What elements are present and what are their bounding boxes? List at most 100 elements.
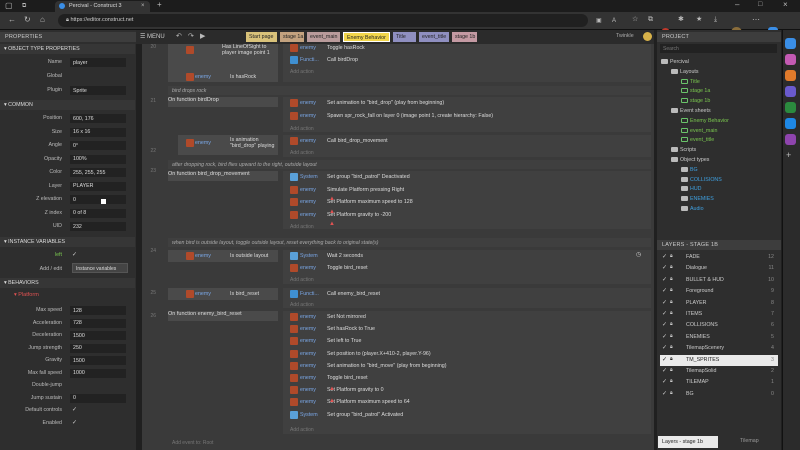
action-text[interactable]: Set Not mirrored bbox=[327, 314, 366, 320]
minimize-icon[interactable]: – bbox=[735, 1, 739, 9]
add-action-link[interactable]: Add action bbox=[290, 277, 314, 283]
preview-icon[interactable]: ▶ bbox=[200, 32, 205, 40]
window-menu-icon[interactable]: ▢ bbox=[5, 2, 13, 10]
layer-visible-checkbox[interactable]: ✓ bbox=[662, 356, 667, 363]
property-value-field[interactable]: 600, 176 bbox=[70, 114, 126, 123]
tab-layers[interactable]: Layers - stage 1b bbox=[658, 436, 718, 448]
user-name[interactable]: Twinkle bbox=[616, 33, 634, 39]
project-tree-item[interactable]: Percival bbox=[661, 59, 689, 65]
section-object-type[interactable]: ▾ OBJECT TYPE PROPERTIES bbox=[0, 44, 135, 54]
editor-tab[interactable]: Enemy Behavior bbox=[343, 32, 390, 42]
layer-lock-icon[interactable]: 🔒︎ bbox=[670, 367, 673, 373]
property-value-field[interactable]: 1500 bbox=[70, 331, 126, 340]
layer-row[interactable]: ✓ 🔒︎ TilemapScenery 4 bbox=[660, 343, 778, 354]
favorite-icon[interactable]: ☆ bbox=[632, 16, 638, 24]
app-icon[interactable]: ▣ bbox=[596, 17, 602, 25]
action-text[interactable]: Toggle hasRock bbox=[327, 45, 365, 51]
editor-tab[interactable]: stage 1a bbox=[280, 32, 304, 42]
layer-lock-icon[interactable]: 🔒︎ bbox=[670, 287, 673, 293]
project-tree-item[interactable]: HUD bbox=[681, 186, 701, 192]
read-aloud-icon[interactable]: A bbox=[612, 17, 616, 25]
layer-row[interactable]: ✓ 🔒︎ PLAYER 8 bbox=[660, 298, 778, 309]
tab-tilemap[interactable]: Tilemap bbox=[740, 438, 759, 444]
layer-visible-checkbox[interactable]: ✓ bbox=[662, 333, 667, 340]
layer-lock-icon[interactable]: 🔒︎ bbox=[670, 333, 673, 339]
project-tree-item[interactable]: stage 1b bbox=[681, 98, 710, 104]
action-text[interactable]: Spawn spr_rock_fall on layer 0 (image po… bbox=[327, 113, 493, 119]
project-tree-item[interactable]: stage 1a bbox=[681, 88, 710, 94]
layer-row[interactable]: ✓ 🔒︎ TM_SPRITES 3 bbox=[660, 354, 778, 366]
close-tab-icon[interactable]: × bbox=[141, 2, 145, 10]
project-tree-item[interactable]: event_title bbox=[681, 137, 714, 143]
layer-visible-checkbox[interactable]: ✓ bbox=[662, 287, 667, 294]
function-header[interactable]: On function birdDrop bbox=[168, 97, 278, 107]
action-text[interactable]: Set group "bird_patrol" Deactivated bbox=[327, 174, 410, 180]
action-text[interactable]: Set animation to "bird_move" (play from … bbox=[327, 363, 446, 369]
layer-row[interactable]: ✓ 🔒︎ ITEMS 7 bbox=[660, 309, 778, 320]
layer-visible-checkbox[interactable]: ✓ bbox=[662, 390, 667, 397]
property-value-field[interactable]: PLAYER bbox=[70, 181, 126, 191]
layer-lock-icon[interactable]: 🔒︎ bbox=[670, 390, 673, 396]
window-close-icon[interactable]: × bbox=[783, 1, 788, 9]
browser-tab[interactable]: Percival - Construct 3 bbox=[55, 1, 150, 12]
layer-lock-icon[interactable]: 🔒︎ bbox=[670, 378, 673, 384]
layer-lock-icon[interactable]: 🔒︎ bbox=[670, 253, 673, 259]
collections-icon[interactable]: ⧉ bbox=[648, 16, 653, 24]
action-text[interactable]: Set position to (player.X+410-2, player.… bbox=[327, 351, 431, 357]
action-text[interactable]: Toggle bird_reset bbox=[327, 265, 368, 271]
property-value-field[interactable]: Sprite bbox=[70, 86, 126, 95]
action-text[interactable]: Set group "bird_patrol" Activated bbox=[327, 412, 403, 418]
sidebar-add-icon[interactable]: + bbox=[786, 150, 791, 160]
action-text[interactable]: Simulate Platform pressing Right bbox=[327, 187, 404, 193]
add-event-link[interactable]: Add event to: Root bbox=[172, 440, 213, 446]
project-tree-item[interactable]: event_main bbox=[681, 127, 717, 134]
main-menu-button[interactable]: ☰ MENU bbox=[140, 33, 165, 40]
user-avatar[interactable] bbox=[643, 32, 652, 41]
puzzle-icon[interactable]: ✱ bbox=[678, 16, 684, 24]
favorites-bar-icon[interactable]: ★ bbox=[696, 16, 702, 24]
property-checkbox[interactable] bbox=[72, 381, 78, 387]
layer-row[interactable]: ✓ 🔒︎ TilemapSolid 2 bbox=[660, 366, 778, 377]
layer-visible-checkbox[interactable]: ✓ bbox=[662, 264, 667, 271]
property-value-field[interactable]: 0° bbox=[70, 141, 126, 150]
layer-visible-checkbox[interactable]: ✓ bbox=[662, 367, 667, 374]
property-value-field[interactable]: 0 bbox=[70, 393, 126, 403]
project-tree-item[interactable]: COLLISIONS bbox=[681, 176, 722, 183]
new-tab-icon[interactable]: + bbox=[157, 1, 162, 9]
add-action-link[interactable]: Add action bbox=[290, 150, 314, 156]
property-value-field[interactable]: 728 bbox=[70, 318, 126, 328]
project-search-input[interactable]: Search bbox=[660, 44, 777, 53]
add-action-link[interactable]: Add action bbox=[290, 427, 314, 433]
property-value-field[interactable]: 100% bbox=[70, 154, 126, 164]
property-value-field[interactable]: 250 bbox=[70, 343, 126, 353]
property-value-field[interactable]: 1500 bbox=[70, 356, 126, 365]
project-tree-item[interactable]: Enemy Behavior bbox=[681, 117, 729, 124]
property-value-field[interactable]: 255, 255, 255 bbox=[70, 168, 126, 177]
instance-variables-button[interactable]: Instance variables bbox=[72, 263, 128, 273]
more-icon[interactable]: ⋯ bbox=[752, 16, 760, 24]
action-text[interactable]: Call birdDrop bbox=[327, 57, 358, 63]
redo-icon[interactable]: ↷ bbox=[188, 32, 194, 40]
action-text[interactable]: Call bird_drop_movement bbox=[327, 138, 388, 144]
project-tree-item[interactable]: ENEMIES bbox=[681, 196, 714, 202]
action-text[interactable]: Set Platform maximum speed to 64 bbox=[327, 399, 410, 405]
url-field[interactable]: 🔒︎ https://editor.construct.net bbox=[58, 14, 588, 27]
project-tree-item[interactable]: Object types bbox=[671, 157, 709, 163]
maximize-icon[interactable]: □ bbox=[758, 1, 762, 9]
layer-lock-icon[interactable]: 🔒︎ bbox=[670, 321, 673, 327]
iv-left-checkbox[interactable]: ✓ bbox=[72, 251, 78, 258]
project-tree-item[interactable]: Audio bbox=[681, 206, 704, 212]
layer-lock-icon[interactable]: 🔒︎ bbox=[670, 356, 673, 362]
layer-visible-checkbox[interactable]: ✓ bbox=[662, 299, 667, 306]
property-value-field[interactable]: 0 of 8 bbox=[70, 208, 126, 218]
add-action-link[interactable]: Add action bbox=[290, 224, 314, 230]
sidebar-search-icon[interactable] bbox=[785, 38, 796, 49]
add-action-link[interactable]: Add action bbox=[290, 126, 314, 132]
action-text[interactable]: Set hasRock to True bbox=[327, 326, 375, 332]
editor-tab[interactable]: event_main bbox=[307, 32, 340, 42]
layer-visible-checkbox[interactable]: ✓ bbox=[662, 310, 667, 317]
add-action-link[interactable]: Add action bbox=[290, 69, 314, 75]
property-checkbox[interactable]: ✓ bbox=[72, 419, 78, 426]
add-action-link[interactable]: Add action bbox=[290, 302, 314, 308]
layer-row[interactable]: ✓ 🔒︎ TILEMAP 1 bbox=[660, 377, 778, 388]
